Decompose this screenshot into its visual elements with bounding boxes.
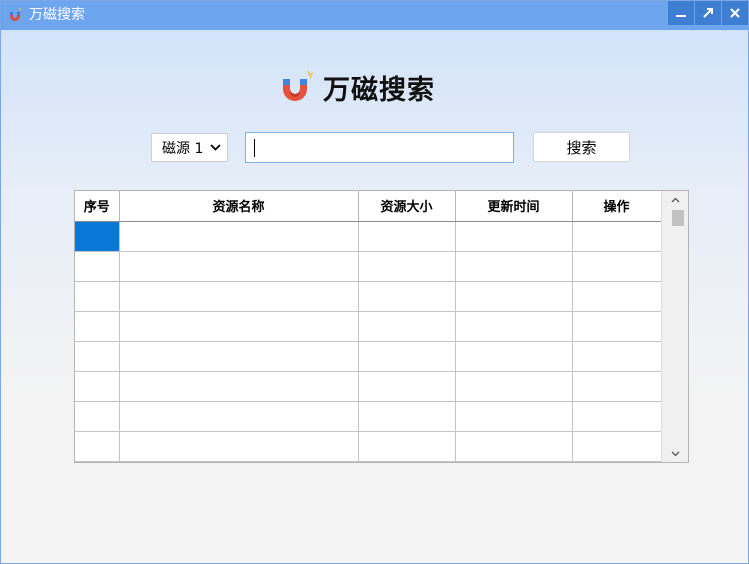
cell-index[interactable]	[75, 221, 120, 252]
cell-name[interactable]	[119, 281, 359, 312]
app-window: 万磁搜索 万磁搜索 磁源 1 搜索 序号 资源名称 资源大小 更新时间 操作	[0, 0, 749, 564]
cell-action[interactable]	[572, 311, 662, 342]
cell-updated[interactable]	[455, 431, 573, 462]
cell-action[interactable]	[572, 401, 662, 432]
cell-size[interactable]	[358, 311, 456, 342]
table-row[interactable]	[75, 221, 662, 252]
cell-index[interactable]	[75, 281, 120, 312]
cell-action[interactable]	[572, 431, 662, 462]
cell-name[interactable]	[119, 401, 359, 432]
table-row[interactable]	[75, 341, 662, 372]
cell-index[interactable]	[75, 371, 120, 402]
cell-name[interactable]	[119, 251, 359, 282]
cell-size[interactable]	[358, 221, 456, 252]
source-dropdown[interactable]: 磁源 1	[151, 133, 228, 162]
maximize-button[interactable]	[695, 1, 721, 25]
chevron-up-icon	[671, 197, 680, 202]
cell-index[interactable]	[75, 251, 120, 282]
table-row[interactable]	[75, 431, 662, 462]
magnet-icon	[10, 7, 22, 21]
cell-index[interactable]	[75, 341, 120, 372]
results-table[interactable]: 序号 资源名称 资源大小 更新时间 操作	[74, 190, 689, 463]
vertical-scrollbar[interactable]	[661, 191, 688, 462]
close-icon	[730, 8, 740, 18]
cell-action[interactable]	[572, 251, 662, 282]
window-controls	[667, 1, 748, 25]
search-button[interactable]: 搜索	[533, 132, 630, 162]
cell-index[interactable]	[75, 431, 120, 462]
table-header-row: 序号 资源名称 资源大小 更新时间 操作	[75, 191, 662, 222]
cell-size[interactable]	[358, 251, 456, 282]
cell-updated[interactable]	[455, 341, 573, 372]
cell-size[interactable]	[358, 341, 456, 372]
column-header-updated[interactable]: 更新时间	[455, 191, 573, 222]
column-header-action[interactable]: 操作	[572, 191, 662, 222]
cell-size[interactable]	[358, 431, 456, 462]
cell-size[interactable]	[358, 401, 456, 432]
window-title: 万磁搜索	[29, 7, 85, 23]
cell-name[interactable]	[119, 221, 359, 252]
scroll-up-button[interactable]	[662, 191, 688, 208]
minimize-button[interactable]	[668, 1, 694, 25]
cell-updated[interactable]	[455, 221, 573, 252]
table-row[interactable]	[75, 251, 662, 282]
maximize-icon	[703, 8, 713, 18]
search-input[interactable]	[245, 132, 514, 163]
chevron-down-icon	[671, 451, 680, 456]
column-header-size[interactable]: 资源大小	[358, 191, 456, 222]
cell-updated[interactable]	[455, 371, 573, 402]
cell-name[interactable]	[119, 431, 359, 462]
cell-name[interactable]	[119, 311, 359, 342]
cell-name[interactable]	[119, 341, 359, 372]
cell-updated[interactable]	[455, 401, 573, 432]
magnet-icon	[283, 70, 314, 101]
source-selected-value: 磁源 1	[162, 140, 204, 157]
table-row[interactable]	[75, 371, 662, 402]
scroll-thumb[interactable]	[672, 210, 684, 226]
cell-size[interactable]	[358, 281, 456, 312]
cell-action[interactable]	[572, 371, 662, 402]
cell-action[interactable]	[572, 281, 662, 312]
cell-action[interactable]	[572, 221, 662, 252]
logo-title: 万磁搜索	[323, 74, 435, 106]
cell-updated[interactable]	[455, 311, 573, 342]
cell-index[interactable]	[75, 311, 120, 342]
cell-name[interactable]	[119, 371, 359, 402]
table-row[interactable]	[75, 401, 662, 432]
text-caret	[254, 139, 255, 157]
chevron-down-icon	[210, 144, 221, 151]
cell-updated[interactable]	[455, 251, 573, 282]
results-grid: 序号 资源名称 资源大小 更新时间 操作	[75, 191, 662, 462]
minimize-icon	[676, 15, 686, 17]
cell-size[interactable]	[358, 371, 456, 402]
scroll-down-button[interactable]	[662, 445, 688, 462]
cell-action[interactable]	[572, 341, 662, 372]
cell-index[interactable]	[75, 401, 120, 432]
close-button[interactable]	[722, 1, 748, 25]
table-row[interactable]	[75, 281, 662, 312]
title-bar[interactable]: 万磁搜索	[1, 1, 748, 30]
column-header-name[interactable]: 资源名称	[119, 191, 359, 222]
column-header-index[interactable]: 序号	[75, 191, 120, 222]
app-logo: 万磁搜索	[277, 67, 435, 107]
cell-updated[interactable]	[455, 281, 573, 312]
table-row[interactable]	[75, 311, 662, 342]
